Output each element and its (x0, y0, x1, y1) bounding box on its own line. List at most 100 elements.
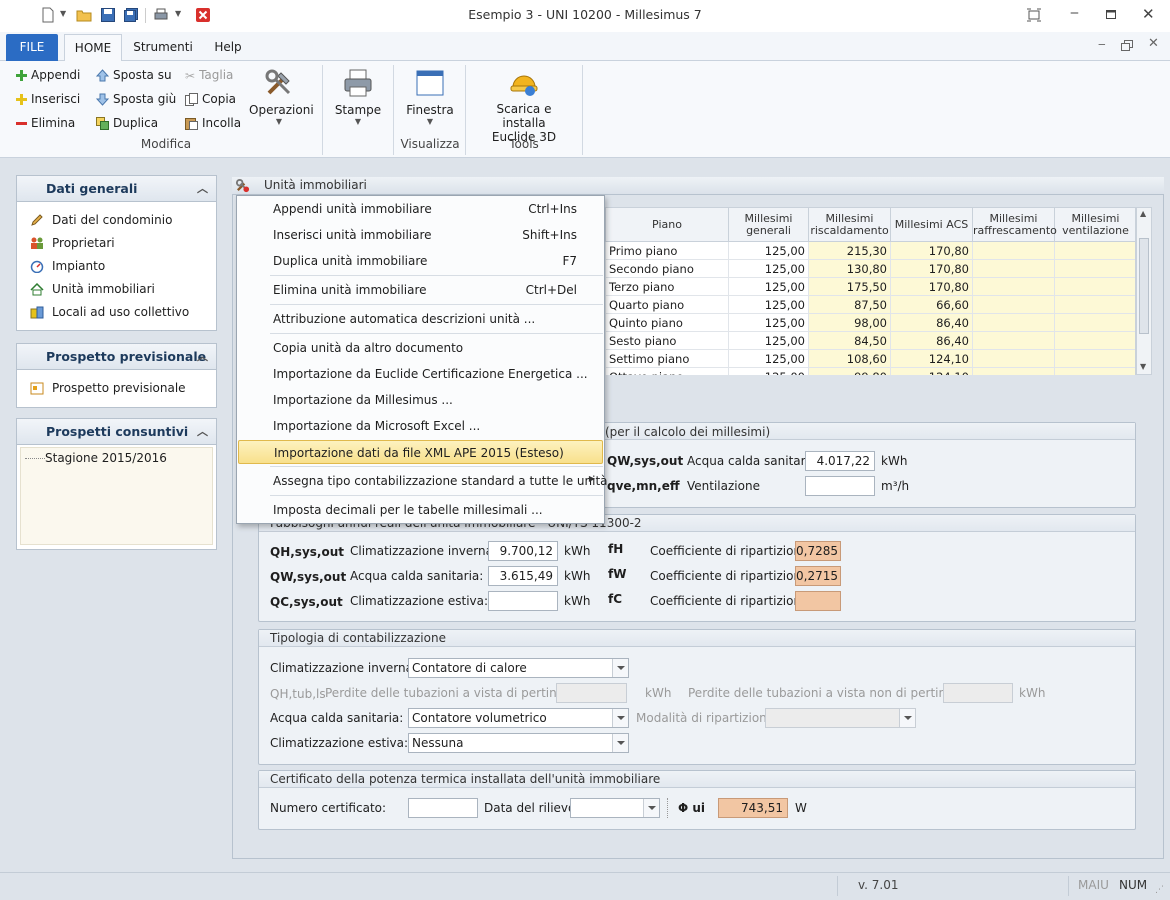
table-cell[interactable] (972, 313, 1055, 332)
fabbisogno-field[interactable] (488, 591, 558, 611)
table-cell[interactable]: 125,00 (728, 241, 809, 260)
table-cell[interactable]: Quinto piano (605, 313, 729, 332)
table-cell[interactable]: 66,60 (890, 295, 973, 314)
table-cell[interactable] (972, 259, 1055, 278)
sidebar-item-impianto[interactable]: Impianto (17, 255, 216, 278)
data-rilievo-dropdown[interactable] (570, 798, 660, 818)
new-document-icon[interactable] (40, 7, 56, 23)
collapse-chevron-icon[interactable]: ︿ (197, 423, 208, 439)
maximize-button[interactable] (1103, 7, 1119, 23)
copia-button[interactable]: Copia (185, 92, 236, 106)
table-cell[interactable] (972, 277, 1055, 296)
coefficient-field[interactable]: 0,7285 (795, 541, 841, 561)
open-folder-icon[interactable] (76, 7, 92, 23)
table-cell[interactable]: 98,00 (808, 313, 891, 332)
context-menu-item[interactable]: Importazione da Microsoft Excel ... (238, 414, 603, 438)
finestra-button[interactable]: Finestra ▼ (402, 67, 458, 126)
panel-header[interactable]: Prospetti consuntivi ︿ (17, 419, 216, 445)
sidebar-item-dati-condominio[interactable]: Dati del condominio (17, 209, 216, 232)
close-document-icon[interactable] (195, 7, 211, 23)
table-row[interactable]: Quinto piano 125,00 98,00 86,40 (605, 313, 1135, 332)
sidebar-item-proprietari[interactable]: Proprietari (17, 232, 216, 255)
coefficient-field[interactable]: 0,2715 (795, 566, 841, 586)
tab-help[interactable]: Help (205, 34, 251, 61)
table-cell[interactable]: 84,50 (808, 331, 891, 350)
table-cell[interactable] (1054, 259, 1135, 278)
taglia-button[interactable]: ✂ Taglia (185, 68, 233, 83)
table-cell[interactable]: 170,80 (890, 277, 973, 296)
save-icon[interactable] (100, 7, 116, 23)
table-cell[interactable]: 124,10 (890, 367, 973, 375)
numero-certificato-field[interactable] (408, 798, 478, 818)
table-row[interactable]: Quarto piano 125,00 87,50 66,60 (605, 295, 1135, 314)
column-header[interactable]: Piano (605, 207, 729, 242)
elimina-button[interactable]: Elimina (16, 116, 75, 130)
table-cell[interactable] (972, 349, 1055, 368)
dropdown-arrow-icon[interactable]: ▼ (175, 9, 181, 18)
duplica-button[interactable]: Duplica (96, 116, 158, 130)
column-header[interactable]: Millesimi generali (728, 207, 809, 242)
table-cell[interactable]: 99,80 (808, 367, 891, 375)
table-cell[interactable] (1054, 349, 1135, 368)
context-menu-item[interactable]: Duplica unità immobiliare F7 (238, 249, 603, 273)
incolla-button[interactable]: Incolla (185, 116, 241, 130)
table-cell[interactable]: Settimo piano (605, 349, 729, 368)
table-cell[interactable]: 125,00 (728, 295, 809, 314)
table-cell[interactable]: 125,00 (728, 349, 809, 368)
chevron-down-icon[interactable] (612, 709, 628, 727)
table-row[interactable]: Primo piano 125,00 215,30 170,80 (605, 241, 1135, 260)
table-row[interactable]: Terzo piano 125,00 175,50 170,80 (605, 277, 1135, 296)
chevron-down-icon[interactable] (643, 799, 659, 817)
table-cell[interactable]: Secondo piano (605, 259, 729, 278)
perdite-pertinenza-field[interactable] (556, 683, 627, 703)
print-icon[interactable] (153, 7, 169, 23)
table-row[interactable]: Secondo piano 125,00 130,80 170,80 (605, 259, 1135, 278)
table-cell[interactable]: 86,40 (890, 331, 973, 350)
table-cell[interactable] (1054, 313, 1135, 332)
table-cell[interactable]: 124,10 (890, 349, 973, 368)
restore-layout-icon[interactable] (1026, 7, 1042, 23)
sidebar-item-locali-collettivi[interactable]: Locali ad uso collettivo (17, 301, 216, 324)
collapse-chevron-icon[interactable]: ︿ (197, 180, 208, 196)
context-menu-item[interactable]: Copia unità da altro documento (238, 336, 603, 360)
chevron-down-icon[interactable] (612, 734, 628, 752)
table-cell[interactable]: 87,50 (808, 295, 891, 314)
table-cell[interactable]: 108,60 (808, 349, 891, 368)
context-menu-item[interactable]: Appendi unità immobiliare Ctrl+Ins (238, 197, 603, 221)
table-cell[interactable]: 125,00 (728, 367, 809, 375)
fabbisogno-field[interactable]: 3.615,49 (488, 566, 558, 586)
table-cell[interactable]: 125,00 (728, 331, 809, 350)
clim-est-dropdown[interactable]: Nessuna (408, 733, 629, 753)
table-cell[interactable]: 125,00 (728, 277, 809, 296)
table-cell[interactable]: Quarto piano (605, 295, 729, 314)
table-cell[interactable]: 170,80 (890, 241, 973, 260)
chevron-down-icon[interactable] (899, 709, 915, 727)
table-cell[interactable]: 86,40 (890, 313, 973, 332)
context-menu-item[interactable]: Assegna tipo contabilizzazione standard … (238, 469, 608, 493)
appendi-button[interactable]: Appendi (16, 68, 80, 82)
table-cell[interactable] (1054, 277, 1135, 296)
context-menu-item[interactable]: Importazione dati da file XML APE 2015 (… (238, 440, 603, 464)
table-cell[interactable]: 130,80 (808, 259, 891, 278)
table-cell[interactable]: Terzo piano (605, 277, 729, 296)
mdi-minimize-button[interactable]: ‒ (1098, 37, 1106, 51)
context-menu-item[interactable]: Inserisci unità immobiliare Shift+Ins (238, 223, 603, 247)
close-window-button[interactable]: ✕ (1142, 5, 1155, 23)
resize-grip-icon[interactable]: ⋰ (1155, 885, 1164, 895)
table-cell[interactable]: 125,00 (728, 313, 809, 332)
clim-inv-dropdown[interactable]: Contatore di calore (408, 658, 629, 678)
table-cell[interactable]: Primo piano (605, 241, 729, 260)
table-row[interactable]: Ottavo piano125,0099,80124,10 (605, 367, 1135, 375)
panel-header[interactable]: Dati generali ︿ (17, 176, 216, 202)
scroll-up-arrow-icon[interactable]: ▲ (1140, 209, 1146, 218)
table-cell[interactable]: Ottavo piano (605, 367, 729, 375)
table-cell[interactable] (972, 295, 1055, 314)
column-header[interactable]: Millesimi ventilazione (1054, 207, 1135, 242)
sidebar-item-unita-immobiliari[interactable]: Unità immobiliari (17, 278, 216, 301)
acs-fabbisogno-field[interactable]: 4.017,22 (805, 451, 875, 471)
tab-strumenti[interactable]: Strumenti (130, 34, 196, 61)
table-cell[interactable] (972, 331, 1055, 350)
operazioni-button[interactable]: Operazioni ▼ (249, 67, 314, 126)
collapse-chevron-icon[interactable]: ︿ (197, 348, 208, 364)
mdi-restore-button[interactable] (1121, 40, 1133, 52)
